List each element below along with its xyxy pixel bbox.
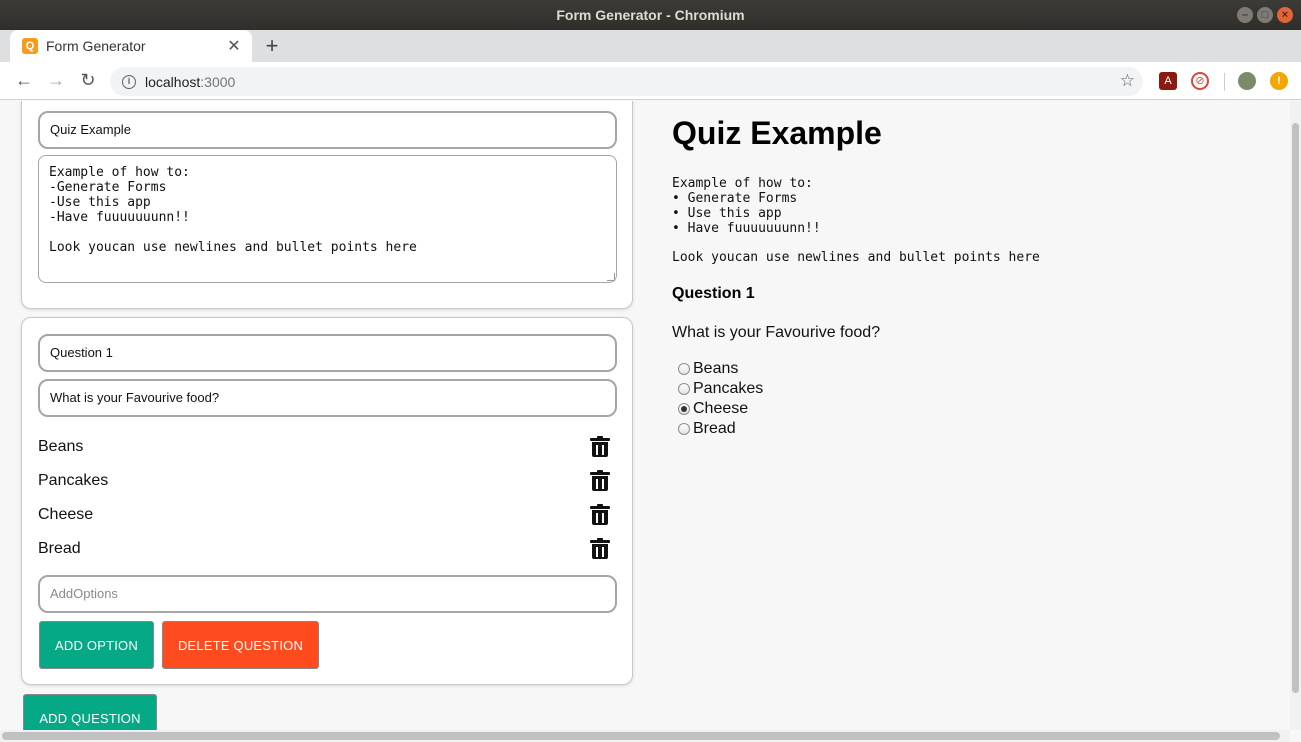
option-row: Beans	[38, 433, 610, 461]
preview-radio-option[interactable]: Pancakes	[678, 379, 763, 399]
pdf-extension-icon[interactable]: A	[1159, 72, 1177, 90]
radio-button[interactable]	[678, 363, 690, 375]
page-viewport: Quiz Example Example of how to: -Generat…	[0, 101, 1301, 742]
delete-question-button[interactable]: Delete Question	[162, 621, 319, 669]
preview-bullet: Generate Forms	[672, 191, 821, 206]
bookmark-star-icon[interactable]: ☆	[1120, 71, 1135, 91]
radio-label[interactable]: Cheese	[693, 400, 748, 418]
url-text: localhost:3000	[145, 73, 236, 90]
question-text-input[interactable]: What is your Favourive food?	[38, 379, 617, 417]
option-row: Cheese	[38, 501, 610, 529]
close-window-icon[interactable]: ×	[1277, 7, 1293, 23]
preview-radio-option[interactable]: Bread	[678, 419, 736, 439]
preview-bullet: Have fuuuuuuunn!!	[672, 221, 821, 236]
preview-bullet: Use this app	[672, 206, 821, 221]
maximize-icon[interactable]: □	[1257, 7, 1273, 23]
preview-question-title: Question 1	[672, 285, 755, 302]
new-tab-icon[interactable]: +	[262, 33, 282, 59]
form-title-input[interactable]: Quiz Example	[38, 111, 617, 149]
delete-option-icon[interactable]	[590, 436, 610, 457]
delete-option-icon[interactable]	[590, 538, 610, 559]
horizontal-scroll-thumb[interactable]	[2, 732, 1280, 740]
form-description-textarea[interactable]: Example of how to: -Generate Forms -Use …	[38, 155, 617, 283]
textarea-resize-handle[interactable]	[607, 273, 615, 281]
radio-button[interactable]	[678, 423, 690, 435]
option-label: Pancakes	[38, 472, 109, 489]
add-option-input[interactable]: AddOptions	[38, 575, 617, 613]
site-info-icon[interactable]: i	[122, 74, 136, 89]
add-option-button[interactable]: Add Option	[39, 621, 154, 669]
window-titlebar: Form Generator - Chromium – □ ×	[0, 0, 1301, 30]
window-controls: – □ ×	[1237, 7, 1293, 23]
preview-title: Quiz Example	[672, 115, 882, 151]
option-label: Bread	[38, 540, 81, 557]
radio-button[interactable]	[678, 383, 690, 395]
radio-label[interactable]: Bread	[693, 420, 736, 438]
tab-close-icon[interactable]: ✕	[224, 36, 244, 56]
window-title: Form Generator - Chromium	[556, 7, 745, 23]
update-warning-icon[interactable]: !	[1270, 72, 1288, 90]
delete-option-icon[interactable]	[590, 504, 610, 525]
option-label: Cheese	[38, 506, 94, 523]
option-row: Pancakes	[38, 467, 610, 495]
question-title-input[interactable]: Question 1	[38, 334, 617, 372]
reload-icon[interactable]: ↻	[77, 70, 99, 91]
vertical-scroll-thumb[interactable]	[1292, 123, 1299, 693]
browser-tab[interactable]: Q Form Generator ✕	[10, 30, 252, 62]
form-meta-card: Quiz Example Example of how to: -Generat…	[21, 101, 633, 309]
tab-title: Form Generator	[46, 38, 146, 54]
preview-question-text: What is your Favourive food?	[672, 324, 881, 341]
browser-toolbar: ← → ↻ i localhost:3000 ☆ A ⊘ !	[0, 62, 1301, 100]
option-label: Beans	[38, 438, 84, 455]
forward-icon[interactable]: →	[45, 70, 67, 91]
radio-button-selected[interactable]	[678, 403, 690, 415]
preview-note: Look youcan use newlines and bullet poin…	[672, 250, 1040, 265]
option-row: Bread	[38, 535, 610, 563]
toolbar-divider	[1224, 73, 1225, 91]
radio-label[interactable]: Beans	[693, 360, 738, 378]
radio-label[interactable]: Pancakes	[693, 380, 763, 398]
tab-strip: Q Form Generator ✕ +	[0, 30, 1301, 62]
profile-avatar-icon[interactable]	[1238, 72, 1256, 90]
blocker-extension-icon[interactable]: ⊘	[1191, 72, 1209, 90]
minimize-icon[interactable]: –	[1237, 7, 1253, 23]
preview-radio-option[interactable]: Beans	[678, 359, 738, 379]
preview-radio-option[interactable]: Cheese	[678, 399, 748, 419]
delete-option-icon[interactable]	[590, 470, 610, 491]
address-bar[interactable]: i localhost:3000 ☆	[110, 67, 1143, 96]
vertical-scrollbar[interactable]	[1290, 101, 1301, 730]
question-card: Question 1 What is your Favourive food? …	[21, 317, 633, 685]
preview-bullet-list: Generate Forms Use this app Have fuuuuuu…	[672, 191, 821, 236]
favicon-icon: Q	[22, 38, 38, 54]
preview-description-intro: Example of how to:	[672, 176, 813, 191]
horizontal-scrollbar[interactable]	[0, 730, 1290, 742]
back-icon[interactable]: ←	[13, 70, 35, 91]
